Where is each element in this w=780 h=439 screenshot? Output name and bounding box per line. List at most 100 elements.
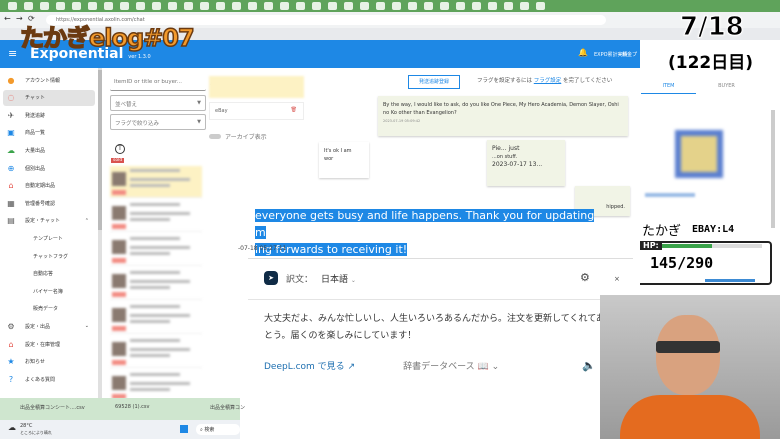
- browser-tab[interactable]: [232, 2, 241, 10]
- browser-tab[interactable]: [456, 2, 465, 10]
- sidebar-item[interactable]: チャットフラグ: [3, 248, 95, 264]
- browser-tab[interactable]: [424, 2, 433, 10]
- flag-filter-select[interactable]: フラグで絞り込み ▼: [110, 114, 206, 130]
- ebay-label: eBay: [215, 108, 228, 114]
- windows-start-icon[interactable]: [180, 425, 188, 433]
- sidebar-item[interactable]: ✈ 発送追跡: [3, 107, 95, 123]
- sidebar-item[interactable]: ● アカウント情報: [3, 72, 95, 88]
- language-select[interactable]: 日本語 ⌄: [321, 272, 356, 285]
- browser-tab[interactable]: [376, 2, 385, 10]
- browser-tab[interactable]: [72, 2, 81, 10]
- tab-buyer[interactable]: BUYER: [699, 83, 754, 89]
- browser-tab[interactable]: [440, 2, 449, 10]
- taskbar: ☁ 28°C ところにより晴れ ⌕ 検索: [0, 420, 240, 439]
- trash-icon[interactable]: 🗑: [291, 107, 297, 113]
- sidebar-item[interactable]: ? よくある質問: [3, 371, 95, 387]
- sidebar-scrollbar[interactable]: [98, 68, 102, 398]
- sidebar-item[interactable]: ★ お知らせ: [3, 354, 95, 370]
- speaker-icon[interactable]: 🔈: [582, 359, 596, 372]
- browser-tab[interactable]: [8, 2, 17, 10]
- chevron-down-icon: ▼: [197, 100, 201, 106]
- list-item[interactable]: [110, 200, 202, 232]
- sidebar-item[interactable]: バイヤー名簿: [3, 283, 95, 299]
- browser-tab[interactable]: [504, 2, 513, 10]
- browser-tab[interactable]: [280, 2, 289, 10]
- sidebar-item[interactable]: ▣ 商品一覧: [3, 125, 95, 141]
- gear-icon[interactable]: ⚙: [580, 271, 590, 284]
- sidebar-item[interactable]: ◌ チャット: [3, 89, 95, 106]
- sidebar-item[interactable]: ⌂ 自動定期出品: [3, 178, 95, 194]
- chat-main: 発送追跡登録 フラグを設定するには フラグ設定 を完了してください By the…: [305, 68, 635, 218]
- list-item[interactable]: [110, 336, 202, 368]
- browser-tab[interactable]: [312, 2, 321, 10]
- download-item[interactable]: 69528 (1).csv: [115, 404, 205, 410]
- browser-tab[interactable]: [536, 2, 545, 10]
- browser-tab[interactable]: [40, 2, 49, 10]
- external-link-icon: ↗: [347, 362, 356, 372]
- sidebar-item[interactable]: ⊕ 個別出品: [3, 160, 95, 176]
- sidebar-item[interactable]: テンプレート: [3, 230, 95, 246]
- bell-icon[interactable]: 🔔: [578, 48, 588, 57]
- sidebar-item[interactable]: 自動応答: [3, 266, 95, 282]
- download-item[interactable]: 出品全積算コンシート....csv: [20, 404, 110, 411]
- back-icon[interactable]: ←: [4, 14, 11, 23]
- thread-item-active[interactable]: [209, 76, 304, 98]
- download-item[interactable]: 出品全積算コン: [210, 404, 300, 411]
- sidebar-item[interactable]: ▤ 設定・チャット ⌃: [3, 213, 95, 229]
- dictionary-button[interactable]: 辞書データベース 📖 ⌄: [403, 359, 499, 372]
- archive-toggle[interactable]: アーカイブ表示: [209, 132, 267, 141]
- flag-settings-link[interactable]: フラグ設定: [534, 78, 562, 84]
- browser-tab[interactable]: [120, 2, 129, 10]
- toggle-switch[interactable]: [209, 134, 221, 139]
- deepl-link[interactable]: DeepL.com で見る ↗: [264, 359, 355, 372]
- browser-tab[interactable]: [216, 2, 225, 10]
- browser-tab[interactable]: [168, 2, 177, 10]
- close-icon[interactable]: ×: [614, 275, 620, 283]
- sort-select[interactable]: 並べ替え ▼: [110, 95, 206, 111]
- browser-tab[interactable]: [104, 2, 113, 10]
- browser-tab[interactable]: [264, 2, 273, 10]
- taskbar-search[interactable]: ⌕ 検索: [196, 424, 240, 435]
- sidebar-item[interactable]: ⌂ 設定・在庫管理: [3, 336, 95, 352]
- list-item[interactable]: [110, 166, 202, 198]
- message-time: -07-18 05:27:11: [238, 245, 287, 252]
- list-item[interactable]: [110, 302, 202, 334]
- browser-tab[interactable]: [56, 2, 65, 10]
- language-value: 日本語: [321, 274, 349, 285]
- browser-tab[interactable]: [520, 2, 529, 10]
- sidebar-item[interactable]: ☁ 大量出品: [3, 142, 95, 158]
- right-scrollbar[interactable]: [771, 110, 775, 228]
- browser-tab[interactable]: [488, 2, 497, 10]
- browser-tab[interactable]: [360, 2, 369, 10]
- search-input[interactable]: ItemID or title or buyer...⌕: [110, 75, 214, 91]
- browser-tab[interactable]: [88, 2, 97, 10]
- fee-link[interactable]: 料金プ: [622, 51, 637, 58]
- gear-icon: ⚙: [7, 321, 15, 331]
- t-icon[interactable]: T: [115, 144, 125, 154]
- browser-tab[interactable]: [392, 2, 401, 10]
- sidebar-item[interactable]: 販売データ: [3, 301, 95, 317]
- menu-icon[interactable]: ≡: [8, 47, 17, 60]
- browser-tab[interactable]: [152, 2, 161, 10]
- browser-tab[interactable]: [184, 2, 193, 10]
- flag-note-post: を完了してください: [563, 78, 613, 84]
- browser-tab[interactable]: [328, 2, 337, 10]
- tab-item[interactable]: ITEM: [641, 83, 696, 94]
- sidebar-item[interactable]: ▦ 管理番号確認: [3, 195, 95, 211]
- browser-tab[interactable]: [136, 2, 145, 10]
- item-link[interactable]: [645, 193, 695, 197]
- browser-tab[interactable]: [344, 2, 353, 10]
- tracking-register-button[interactable]: 発送追跡登録: [408, 75, 460, 89]
- sidebar-item[interactable]: ⚙ 設定・出品 ⌄: [3, 318, 95, 334]
- list-item[interactable]: [110, 234, 202, 266]
- browser-tab[interactable]: [296, 2, 305, 10]
- thread-item-ebay[interactable]: eBay 🗑: [209, 102, 304, 120]
- list-item[interactable]: [110, 268, 202, 300]
- browser-tab[interactable]: [408, 2, 417, 10]
- browser-tab[interactable]: [472, 2, 481, 10]
- browser-tab[interactable]: [24, 2, 33, 10]
- chevron-down-icon: ▼: [197, 119, 201, 125]
- browser-tab[interactable]: [200, 2, 209, 10]
- item-image[interactable]: [675, 130, 723, 178]
- browser-tab[interactable]: [248, 2, 257, 10]
